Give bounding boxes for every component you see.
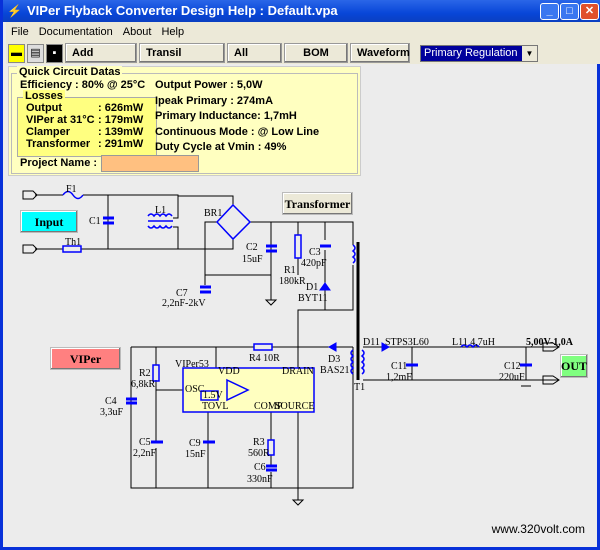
label-l1: L1: [155, 205, 166, 216]
value-c4: 3,3uF: [100, 407, 124, 418]
pin-source: SOURCE: [275, 401, 314, 412]
watermark: www.320volt.com: [491, 522, 585, 536]
output-terminals: [542, 342, 560, 385]
label-c6: C6: [254, 462, 266, 473]
label-t1: T1: [354, 382, 365, 393]
label-c3: C3: [309, 247, 321, 258]
resistor-r1: [294, 234, 302, 259]
value-c2: 15uF: [242, 254, 263, 265]
value-d1: BYT11: [298, 293, 328, 304]
pin-osc: OSC: [185, 384, 205, 395]
label-r1: R1: [284, 265, 296, 276]
pin-tovl: TOVL: [202, 401, 228, 412]
value-c5: 2,2nF: [133, 448, 157, 459]
label-r3: R3: [253, 437, 265, 448]
label-r4: R4 10R: [249, 353, 280, 364]
pin-vdd: VDD: [218, 366, 240, 377]
label-d1: D1: [306, 282, 318, 293]
schematic: F1 C1 L1 Th1 BR1 C2 15uF C7 2,2nF-2kV R1…: [22, 184, 574, 506]
label-d11: D11: [363, 337, 380, 348]
capacitor-c7: [200, 285, 211, 294]
diode-d1: [319, 282, 331, 291]
value-c6: 330nF: [247, 474, 273, 485]
value-d11: STPS3L60: [385, 337, 429, 348]
out-button[interactable]: OUT: [560, 354, 588, 378]
value-r2: 6,8kR: [131, 379, 156, 390]
diode-d3: [327, 342, 337, 352]
value-c12: 220uF: [499, 372, 525, 383]
transformer-button[interactable]: Transformer: [282, 192, 353, 215]
label-c12: C12: [504, 361, 521, 372]
label-f1: F1: [66, 184, 77, 195]
label-c5: C5: [139, 437, 151, 448]
value-d3: BAS21: [320, 365, 349, 376]
pin-drain: DRAIN: [282, 366, 314, 377]
label-d3: D3: [328, 354, 340, 365]
ref-voltage: 1.5V: [203, 390, 224, 401]
label-l11: L11 4,7uH: [452, 337, 495, 348]
output-rating: 5,00V-1,0A: [526, 337, 574, 348]
label-c2: C2: [246, 242, 258, 253]
label-br1: BR1: [204, 208, 222, 219]
value-r1: 180kR: [279, 276, 306, 287]
value-c11: 1,2mF: [386, 372, 412, 383]
label-viper53: VIPer53: [175, 359, 209, 370]
value-c7: 2,2nF-2kV: [162, 298, 206, 309]
label-th1: Th1: [65, 237, 81, 248]
label-c1: C1: [89, 216, 101, 227]
value-r3: 560R: [248, 448, 270, 459]
label-c11: C11: [391, 361, 407, 372]
resistor-r4: [253, 343, 273, 351]
label-c4: C4: [105, 396, 117, 407]
value-c9: 15nF: [185, 449, 206, 460]
transformer-secondary: [360, 349, 365, 375]
inductor-l1: [147, 213, 173, 229]
viper-button[interactable]: VIPer: [50, 347, 121, 370]
capacitor-c6: [266, 464, 277, 472]
label-r2: R2: [139, 368, 151, 379]
label-c9: C9: [189, 438, 201, 449]
input-button[interactable]: Input: [20, 210, 78, 233]
value-c3: 420pF: [301, 258, 327, 269]
app-window: ⚡ VIPer Flyback Converter Design Help : …: [0, 0, 600, 550]
transformer-primary: [351, 244, 356, 264]
